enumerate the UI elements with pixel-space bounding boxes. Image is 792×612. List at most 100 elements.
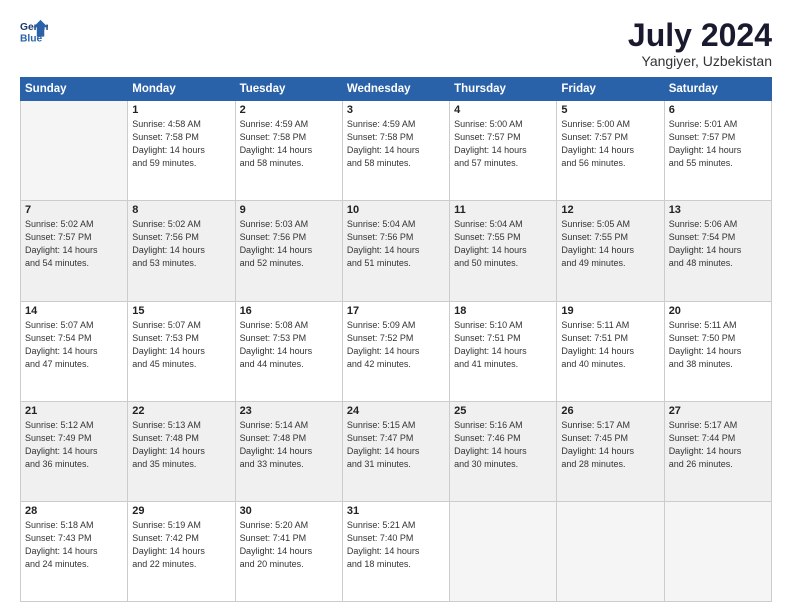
- day-number: 14: [25, 305, 123, 317]
- table-cell: 18 Sunrise: 5:10 AM Sunset: 7:51 PM Dayli…: [450, 301, 557, 401]
- day-number: 4: [454, 104, 552, 116]
- day-detail: Sunrise: 5:04 AM Sunset: 7:56 PM Dayligh…: [347, 218, 445, 270]
- day-detail: Sunrise: 5:00 AM Sunset: 7:57 PM Dayligh…: [561, 118, 659, 170]
- logo: General Blue: [20, 18, 48, 46]
- table-cell: 28 Sunrise: 5:18 AM Sunset: 7:43 PM Dayli…: [21, 501, 128, 601]
- day-detail: Sunrise: 5:13 AM Sunset: 7:48 PM Dayligh…: [132, 419, 230, 471]
- table-cell: 15 Sunrise: 5:07 AM Sunset: 7:53 PM Dayli…: [128, 301, 235, 401]
- day-number: 29: [132, 505, 230, 517]
- table-cell: 31Sunrise: 5:21 AM Sunset: 7:40 PM Dayli…: [342, 501, 449, 601]
- table-cell: 8 Sunrise: 5:02 AM Sunset: 7:56 PM Daylig…: [128, 201, 235, 301]
- table-cell: 29 Sunrise: 5:19 AM Sunset: 7:42 PM Dayli…: [128, 501, 235, 601]
- header-tuesday: Tuesday: [235, 78, 342, 101]
- table-cell: 26 Sunrise: 5:17 AM Sunset: 7:45 PM Dayli…: [557, 401, 664, 501]
- header-monday: Monday: [128, 78, 235, 101]
- day-detail: Sunrise: 4:59 AM Sunset: 7:58 PM Dayligh…: [240, 118, 338, 170]
- table-cell: 11 Sunrise: 5:04 AM Sunset: 7:55 PM Dayli…: [450, 201, 557, 301]
- day-number: 18: [454, 305, 552, 317]
- month-year-title: July 2024: [628, 18, 772, 53]
- table-cell: 6 Sunrise: 5:01 AM Sunset: 7:57 PM Daylig…: [664, 101, 771, 201]
- day-number: 30: [240, 505, 338, 517]
- logo-icon: General Blue: [20, 18, 48, 46]
- day-detail: Sunrise: 5:17 AM Sunset: 7:45 PM Dayligh…: [561, 419, 659, 471]
- table-cell: 1 Sunrise: 4:58 AM Sunset: 7:58 PM Daylig…: [128, 101, 235, 201]
- day-number: 9: [240, 204, 338, 216]
- day-number: 28: [25, 505, 123, 517]
- day-detail: Sunrise: 5:10 AM Sunset: 7:51 PM Dayligh…: [454, 319, 552, 371]
- location-subtitle: Yangiyer, Uzbekistan: [628, 53, 772, 69]
- day-number: 2: [240, 104, 338, 116]
- table-cell: 25 Sunrise: 5:16 AM Sunset: 7:46 PM Dayli…: [450, 401, 557, 501]
- table-cell: 30 Sunrise: 5:20 AM Sunset: 7:41 PM Dayli…: [235, 501, 342, 601]
- table-cell: 19 Sunrise: 5:11 AM Sunset: 7:51 PM Dayli…: [557, 301, 664, 401]
- day-number: 20: [669, 305, 767, 317]
- day-detail: Sunrise: 5:00 AM Sunset: 7:57 PM Dayligh…: [454, 118, 552, 170]
- day-number: 7: [25, 204, 123, 216]
- day-number: 5: [561, 104, 659, 116]
- header-row: Sunday Monday Tuesday Wednesday Thursday…: [21, 78, 772, 101]
- day-detail: Sunrise: 5:11 AM Sunset: 7:50 PM Dayligh…: [669, 319, 767, 371]
- day-detail: Sunrise: 4:59 AM Sunset: 7:58 PM Dayligh…: [347, 118, 445, 170]
- table-cell: [21, 101, 128, 201]
- table-cell: 27Sunrise: 5:17 AM Sunset: 7:44 PM Dayli…: [664, 401, 771, 501]
- day-number: 16: [240, 305, 338, 317]
- day-detail: Sunrise: 5:02 AM Sunset: 7:57 PM Dayligh…: [25, 218, 123, 270]
- day-detail: Sunrise: 5:11 AM Sunset: 7:51 PM Dayligh…: [561, 319, 659, 371]
- table-cell: 23 Sunrise: 5:14 AM Sunset: 7:48 PM Dayli…: [235, 401, 342, 501]
- day-number: 8: [132, 204, 230, 216]
- table-cell: [557, 501, 664, 601]
- day-number: 25: [454, 405, 552, 417]
- day-detail: Sunrise: 5:07 AM Sunset: 7:54 PM Dayligh…: [25, 319, 123, 371]
- table-cell: [664, 501, 771, 601]
- day-detail: Sunrise: 4:58 AM Sunset: 7:58 PM Dayligh…: [132, 118, 230, 170]
- day-number: 15: [132, 305, 230, 317]
- week-row-2: 7 Sunrise: 5:02 AM Sunset: 7:57 PM Daylig…: [21, 201, 772, 301]
- table-cell: 9Sunrise: 5:03 AM Sunset: 7:56 PM Daylig…: [235, 201, 342, 301]
- day-detail: Sunrise: 5:18 AM Sunset: 7:43 PM Dayligh…: [25, 519, 123, 571]
- page: General Blue July 2024 Yangiyer, Uzbekis…: [0, 0, 792, 612]
- week-row-5: 28 Sunrise: 5:18 AM Sunset: 7:43 PM Dayli…: [21, 501, 772, 601]
- table-cell: 12 Sunrise: 5:05 AM Sunset: 7:55 PM Dayli…: [557, 201, 664, 301]
- table-cell: 16 Sunrise: 5:08 AM Sunset: 7:53 PM Dayli…: [235, 301, 342, 401]
- day-number: 21: [25, 405, 123, 417]
- week-row-4: 21Sunrise: 5:12 AM Sunset: 7:49 PM Dayli…: [21, 401, 772, 501]
- day-detail: Sunrise: 5:06 AM Sunset: 7:54 PM Dayligh…: [669, 218, 767, 270]
- day-number: 31: [347, 505, 445, 517]
- day-number: 19: [561, 305, 659, 317]
- table-cell: 13Sunrise: 5:06 AM Sunset: 7:54 PM Dayli…: [664, 201, 771, 301]
- day-number: 1: [132, 104, 230, 116]
- day-detail: Sunrise: 5:02 AM Sunset: 7:56 PM Dayligh…: [132, 218, 230, 270]
- header-thursday: Thursday: [450, 78, 557, 101]
- day-detail: Sunrise: 5:01 AM Sunset: 7:57 PM Dayligh…: [669, 118, 767, 170]
- day-detail: Sunrise: 5:04 AM Sunset: 7:55 PM Dayligh…: [454, 218, 552, 270]
- table-cell: 4 Sunrise: 5:00 AM Sunset: 7:57 PM Daylig…: [450, 101, 557, 201]
- table-cell: 3Sunrise: 4:59 AM Sunset: 7:58 PM Daylig…: [342, 101, 449, 201]
- day-number: 6: [669, 104, 767, 116]
- day-detail: Sunrise: 5:09 AM Sunset: 7:52 PM Dayligh…: [347, 319, 445, 371]
- table-cell: 10Sunrise: 5:04 AM Sunset: 7:56 PM Dayli…: [342, 201, 449, 301]
- day-detail: Sunrise: 5:08 AM Sunset: 7:53 PM Dayligh…: [240, 319, 338, 371]
- day-number: 23: [240, 405, 338, 417]
- day-detail: Sunrise: 5:20 AM Sunset: 7:41 PM Dayligh…: [240, 519, 338, 571]
- day-number: 11: [454, 204, 552, 216]
- table-cell: 7 Sunrise: 5:02 AM Sunset: 7:57 PM Daylig…: [21, 201, 128, 301]
- day-number: 27: [669, 405, 767, 417]
- table-cell: 17 Sunrise: 5:09 AM Sunset: 7:52 PM Dayli…: [342, 301, 449, 401]
- day-number: 17: [347, 305, 445, 317]
- calendar-table: Sunday Monday Tuesday Wednesday Thursday…: [20, 77, 772, 602]
- header: General Blue July 2024 Yangiyer, Uzbekis…: [20, 18, 772, 69]
- day-detail: Sunrise: 5:19 AM Sunset: 7:42 PM Dayligh…: [132, 519, 230, 571]
- table-cell: 21Sunrise: 5:12 AM Sunset: 7:49 PM Dayli…: [21, 401, 128, 501]
- header-sunday: Sunday: [21, 78, 128, 101]
- title-block: July 2024 Yangiyer, Uzbekistan: [628, 18, 772, 69]
- day-number: 24: [347, 405, 445, 417]
- day-detail: Sunrise: 5:16 AM Sunset: 7:46 PM Dayligh…: [454, 419, 552, 471]
- day-number: 26: [561, 405, 659, 417]
- header-wednesday: Wednesday: [342, 78, 449, 101]
- day-detail: Sunrise: 5:15 AM Sunset: 7:47 PM Dayligh…: [347, 419, 445, 471]
- day-detail: Sunrise: 5:05 AM Sunset: 7:55 PM Dayligh…: [561, 218, 659, 270]
- day-detail: Sunrise: 5:07 AM Sunset: 7:53 PM Dayligh…: [132, 319, 230, 371]
- table-cell: 20 Sunrise: 5:11 AM Sunset: 7:50 PM Dayli…: [664, 301, 771, 401]
- day-number: 12: [561, 204, 659, 216]
- day-detail: Sunrise: 5:14 AM Sunset: 7:48 PM Dayligh…: [240, 419, 338, 471]
